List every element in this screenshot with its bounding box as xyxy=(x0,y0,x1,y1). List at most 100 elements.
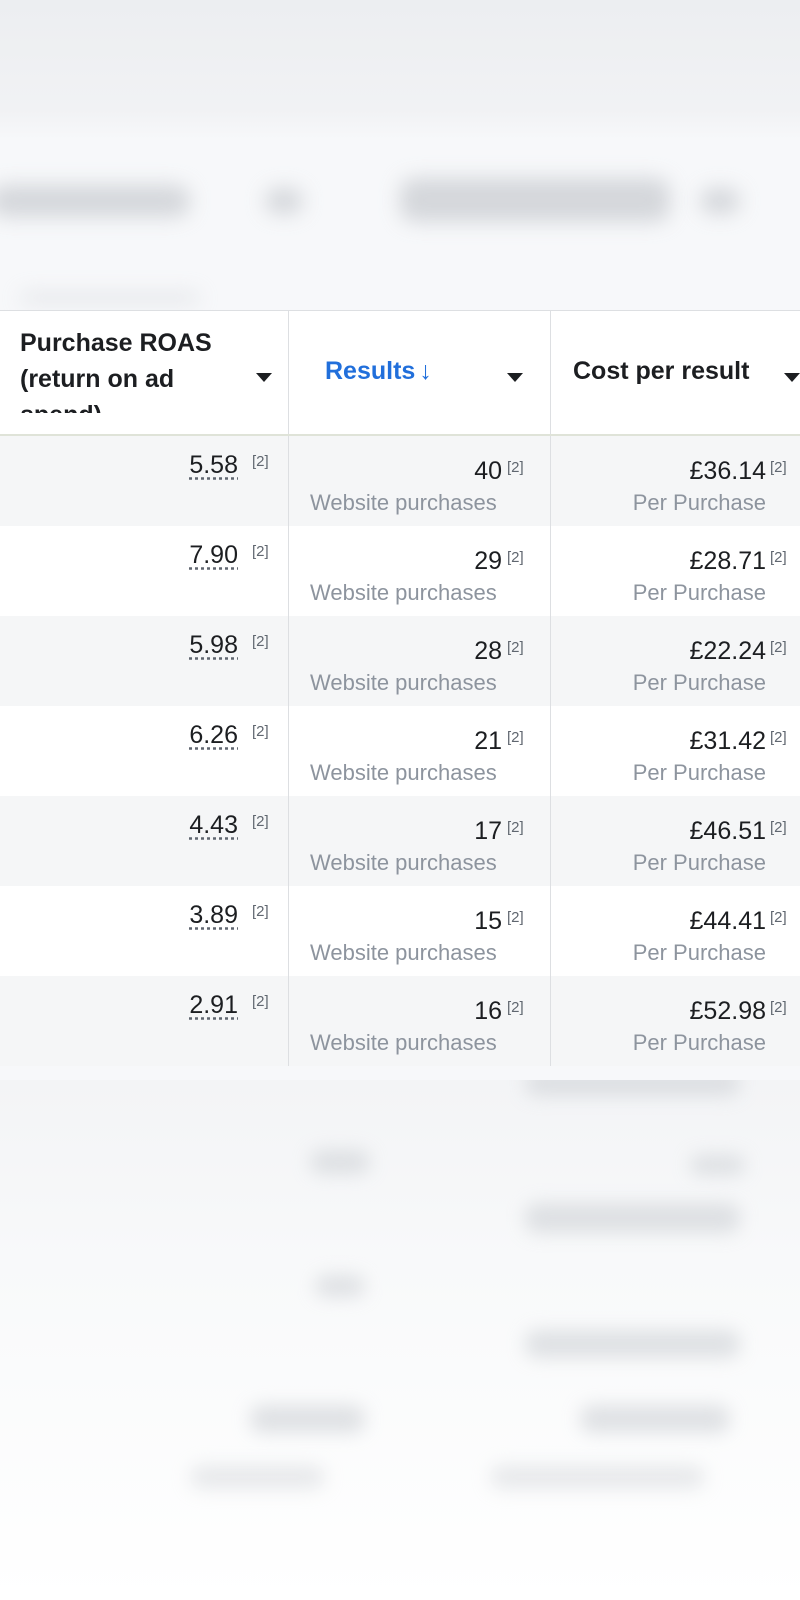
caret-down-icon[interactable] xyxy=(507,373,523,382)
footnote-marker: [2] xyxy=(507,909,524,926)
blurred-control xyxy=(20,292,200,304)
table-row[interactable]: 5.98 [2] 28 [2] Website purchases £22.24… xyxy=(0,616,800,706)
results-type-label: Website purchases xyxy=(310,1030,497,1055)
results-cell: 29 [2] Website purchases xyxy=(289,526,551,616)
blurred-value xyxy=(490,1465,705,1489)
footnote-marker: [2] xyxy=(507,459,524,476)
footnote-marker: [2] xyxy=(507,729,524,746)
results-value: 28 xyxy=(474,637,502,665)
blurred-control xyxy=(400,178,670,222)
blurred-control xyxy=(700,188,740,214)
footnote-marker: [2] xyxy=(507,999,524,1016)
roas-cell: 2.91 [2] xyxy=(0,976,289,1066)
footnote-marker: [2] xyxy=(507,639,524,656)
footnote-marker: [2] xyxy=(252,633,269,650)
footnote-marker: [2] xyxy=(252,993,269,1010)
footnote-marker: [2] xyxy=(770,459,787,476)
blurred-toolbar-area xyxy=(0,0,800,310)
cost-type-label: Per Purchase xyxy=(632,940,766,965)
blurred-control xyxy=(0,185,190,217)
cost-value: £31.42 xyxy=(689,727,766,755)
results-type-label: Website purchases xyxy=(310,940,497,965)
roas-cell: 5.98 [2] xyxy=(0,616,289,706)
column-header-results[interactable]: Results ↓ xyxy=(289,311,551,434)
cost-type-label: Per Purchase xyxy=(632,850,766,875)
column-header-purchase-roas[interactable]: Purchase ROAS (return on ad spend) xyxy=(0,311,289,434)
footnote-marker: [2] xyxy=(252,903,269,920)
table-header: Purchase ROAS (return on ad spend) Resul… xyxy=(0,310,800,436)
cost-type-label: Per Purchase xyxy=(632,580,766,605)
results-value: 40 xyxy=(474,457,502,485)
column-title: Purchase ROAS (return on ad spend) xyxy=(20,329,212,413)
table-row[interactable]: 2.91 [2] 16 [2] Website purchases £52.98… xyxy=(0,976,800,1066)
roas-value[interactable]: 5.98 xyxy=(189,630,238,660)
results-cell: 21 [2] Website purchases xyxy=(289,706,551,796)
footnote-marker: [2] xyxy=(252,723,269,740)
results-value: 29 xyxy=(474,547,502,575)
blurred-value xyxy=(310,1150,370,1174)
cost-value: £46.51 xyxy=(689,817,766,845)
table-row[interactable]: 3.89 [2] 15 [2] Website purchases £44.41… xyxy=(0,886,800,976)
cost-cell: £36.14 [2] Per Purchase xyxy=(551,436,800,526)
footnote-marker: [2] xyxy=(507,819,524,836)
arrow-down-icon: ↓ xyxy=(419,357,432,385)
footnote-marker: [2] xyxy=(770,819,787,836)
results-type-label: Website purchases xyxy=(310,760,497,785)
blurred-value xyxy=(315,1275,365,1297)
blurred-control xyxy=(265,188,303,214)
table-row[interactable]: 5.58 [2] 40 [2] Website purchases £36.14… xyxy=(0,436,800,526)
cost-value: £36.14 xyxy=(689,457,766,485)
results-type-label: Website purchases xyxy=(310,850,497,875)
roas-cell: 5.58 [2] xyxy=(0,436,289,526)
roas-value[interactable]: 6.26 xyxy=(189,720,238,750)
results-value: 15 xyxy=(474,907,502,935)
blurred-value xyxy=(250,1405,365,1433)
results-type-label: Website purchases xyxy=(310,580,497,605)
footnote-marker: [2] xyxy=(770,999,787,1016)
cost-cell: £46.51 [2] Per Purchase xyxy=(551,796,800,886)
cost-value: £22.24 xyxy=(689,637,766,665)
table-row[interactable]: 4.43 [2] 17 [2] Website purchases £46.51… xyxy=(0,796,800,886)
cost-cell: £52.98 [2] Per Purchase xyxy=(551,976,800,1066)
roas-value[interactable]: 7.90 xyxy=(189,540,238,570)
roas-value[interactable]: 3.89 xyxy=(189,900,238,930)
cost-cell: £28.71 [2] Per Purchase xyxy=(551,526,800,616)
caret-down-icon[interactable] xyxy=(784,373,800,382)
results-type-label: Website purchases xyxy=(310,490,497,515)
column-title: Results ↓ xyxy=(325,353,432,389)
cost-type-label: Per Purchase xyxy=(632,1030,766,1055)
table-row[interactable]: 6.26 [2] 21 [2] Website purchases £31.42… xyxy=(0,706,800,796)
cost-type-label: Per Purchase xyxy=(632,490,766,515)
footnote-marker: [2] xyxy=(507,549,524,566)
cost-cell: £22.24 [2] Per Purchase xyxy=(551,616,800,706)
results-cell: 15 [2] Website purchases xyxy=(289,886,551,976)
roas-cell: 6.26 [2] xyxy=(0,706,289,796)
blurred-value xyxy=(580,1405,730,1433)
blurred-value xyxy=(690,1155,745,1175)
cost-value: £52.98 xyxy=(689,997,766,1025)
caret-down-icon[interactable] xyxy=(256,373,272,382)
column-title: Cost per result xyxy=(573,357,750,385)
cost-value: £44.41 xyxy=(689,907,766,935)
footnote-marker: [2] xyxy=(770,639,787,656)
blurred-value xyxy=(525,1080,740,1096)
table-row[interactable]: 7.90 [2] 29 [2] Website purchases £28.71… xyxy=(0,526,800,616)
roas-value[interactable]: 2.91 xyxy=(189,990,238,1020)
results-type-label: Website purchases xyxy=(310,670,497,695)
blurred-value xyxy=(525,1203,740,1233)
cost-value: £28.71 xyxy=(689,547,766,575)
roas-cell: 3.89 [2] xyxy=(0,886,289,976)
column-header-cost-per-result[interactable]: Cost per result xyxy=(551,311,800,434)
footnote-marker: [2] xyxy=(770,549,787,566)
roas-value[interactable]: 5.58 xyxy=(189,450,238,480)
results-cell: 40 [2] Website purchases xyxy=(289,436,551,526)
footnote-marker: [2] xyxy=(252,813,269,830)
cost-cell: £44.41 [2] Per Purchase xyxy=(551,886,800,976)
cost-cell: £31.42 [2] Per Purchase xyxy=(551,706,800,796)
roas-value[interactable]: 4.43 xyxy=(189,810,238,840)
results-value: 16 xyxy=(474,997,502,1025)
footnote-marker: [2] xyxy=(252,543,269,560)
results-cell: 28 [2] Website purchases xyxy=(289,616,551,706)
blurred-summary-area xyxy=(0,1080,800,1600)
results-value: 21 xyxy=(474,727,502,755)
